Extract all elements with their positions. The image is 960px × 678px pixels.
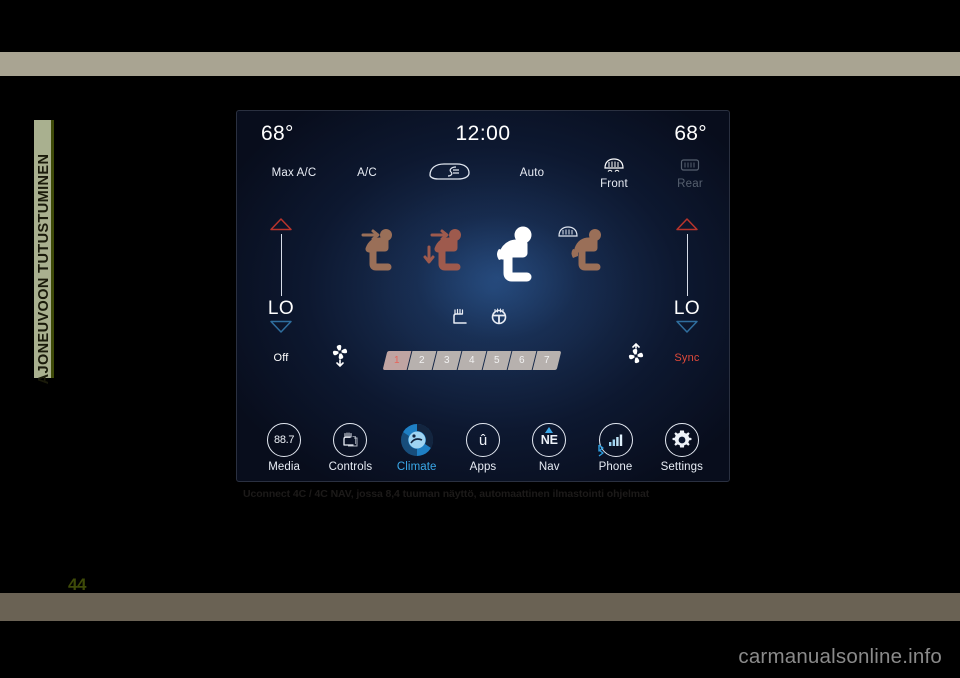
site-watermark: carmanualsonline.info	[738, 645, 942, 668]
fan-speed-segment-label: 7	[544, 355, 550, 366]
driver-temperature-slider[interactable]: LO Off	[251, 217, 311, 364]
auto-button[interactable]: Auto	[507, 167, 557, 179]
uconnect-u-glyph: û	[478, 431, 488, 449]
triangle-up-icon[interactable]	[251, 217, 311, 231]
top-control-row: Max A/C A/C Auto Front Rear	[237, 156, 729, 193]
front-defrost-button[interactable]: Front	[589, 156, 639, 190]
sync-button[interactable]: Sync	[657, 352, 717, 364]
passenger-temperature-slider[interactable]: LO Sync	[657, 217, 717, 364]
passenger-temp-value: LO	[673, 298, 701, 319]
nav-label-controls: Controls	[328, 461, 373, 473]
nav-label-phone: Phone	[598, 461, 633, 473]
radio-frequency-value: 88.7	[274, 434, 295, 446]
airflow-defrost-feet-icon[interactable]	[555, 223, 611, 286]
nav-item-nav[interactable]: NE Nav	[518, 423, 580, 473]
page-bottom-band	[0, 593, 960, 621]
nav-item-controls[interactable]: Controls	[319, 423, 381, 473]
fan-decrease-icon[interactable]	[330, 343, 350, 374]
fan-speed-segment[interactable]: 2	[407, 351, 437, 370]
fan-speed-segment-label: 2	[419, 355, 425, 366]
nav-item-climate[interactable]: Climate	[386, 423, 448, 473]
airflow-face-icon[interactable]	[355, 223, 403, 286]
triangle-down-icon[interactable]	[657, 320, 717, 334]
nav-item-media[interactable]: 88.7 Media	[253, 423, 315, 473]
nav-label-apps: Apps	[469, 461, 497, 473]
climate-icon[interactable]	[400, 423, 434, 457]
fan-speed-segment[interactable]: 5	[482, 351, 512, 370]
clock: 12:00	[455, 122, 511, 145]
max-ac-label: Max A/C	[271, 167, 317, 179]
chapter-side-tab-label: AJONEUVOON TUTUSTUMINEN	[36, 153, 52, 385]
passenger-temp-track[interactable]	[686, 234, 688, 296]
page-top-band	[0, 52, 960, 76]
max-ac-button[interactable]: Max A/C	[259, 167, 329, 179]
rear-defrost-button[interactable]: Rear	[665, 156, 715, 190]
bottom-nav-bar: 88.7 Media Controls Climate û Apps NE Na…	[237, 423, 729, 473]
ac-button[interactable]: A/C	[347, 167, 387, 179]
nav-label-nav: Nav	[538, 461, 560, 473]
controls-icon[interactable]	[333, 423, 368, 457]
fan-speed-segment[interactable]: 4	[457, 351, 487, 370]
triangle-down-icon[interactable]	[251, 320, 311, 334]
recirculate-icon	[426, 163, 472, 186]
triangle-up-icon[interactable]	[657, 217, 717, 231]
radio-frequency-icon[interactable]: 88.7	[267, 423, 302, 457]
fan-speed-bar[interactable]: 1 2 3 4 5 6 7	[382, 351, 562, 370]
airflow-face-feet-icon[interactable]	[420, 223, 472, 286]
compass-heading-label: NE	[540, 433, 558, 447]
blower-off-label[interactable]: Off	[251, 352, 311, 364]
fan-speed-segment[interactable]: 7	[532, 351, 562, 370]
fan-speed-segment-label: 1	[394, 355, 400, 366]
airflow-feet-icon[interactable]	[485, 223, 545, 294]
fan-speed-segment[interactable]: 6	[507, 351, 537, 370]
fan-speed-segment[interactable]: 3	[432, 351, 462, 370]
fan-speed-segment-label: 4	[469, 355, 475, 366]
driver-temp-value: LO	[267, 298, 295, 319]
gear-icon[interactable]	[664, 423, 699, 457]
uconnect-screen: 68° 12:00 68° Max A/C A/C Auto Front Rea…	[236, 110, 730, 482]
heat-control-row	[449, 307, 529, 329]
page-number: 44	[68, 575, 86, 594]
fan-speed-segment-label: 3	[444, 355, 450, 366]
figure-caption: Uconnect 4C / 4C NAV, jossa 8,4 tuuman n…	[243, 488, 650, 500]
rear-defrost-icon	[678, 159, 702, 177]
fan-speed-segment[interactable]: 1	[382, 351, 412, 370]
compass-nav-icon[interactable]: NE	[532, 423, 567, 457]
rear-defrost-label: Rear	[677, 178, 703, 190]
fan-speed-segment-label: 6	[519, 355, 525, 366]
recirculate-button[interactable]	[419, 159, 479, 186]
nav-label-climate: Climate	[396, 461, 437, 473]
passenger-temperature-readout: 68°	[674, 122, 707, 145]
nav-label-media: Media	[268, 461, 301, 473]
uconnect-apps-icon[interactable]: û	[465, 423, 500, 457]
heated-seat-icon[interactable]	[449, 307, 469, 330]
fan-increase-icon[interactable]	[626, 342, 646, 374]
nav-label-settings: Settings	[660, 461, 703, 473]
nav-item-settings[interactable]: Settings	[651, 423, 713, 473]
front-defrost-icon	[602, 158, 626, 177]
fan-speed-segment-label: 5	[494, 355, 500, 366]
phone-signal-icon[interactable]	[597, 423, 633, 457]
nav-item-apps[interactable]: û Apps	[452, 423, 514, 473]
ac-label: A/C	[357, 167, 377, 179]
heated-steering-wheel-icon[interactable]	[489, 307, 509, 330]
nav-item-phone[interactable]: Phone	[585, 423, 647, 473]
driver-temp-track[interactable]	[280, 234, 282, 296]
airflow-mode-row	[355, 223, 617, 293]
front-defrost-label: Front	[600, 178, 628, 190]
auto-label: Auto	[519, 167, 545, 179]
